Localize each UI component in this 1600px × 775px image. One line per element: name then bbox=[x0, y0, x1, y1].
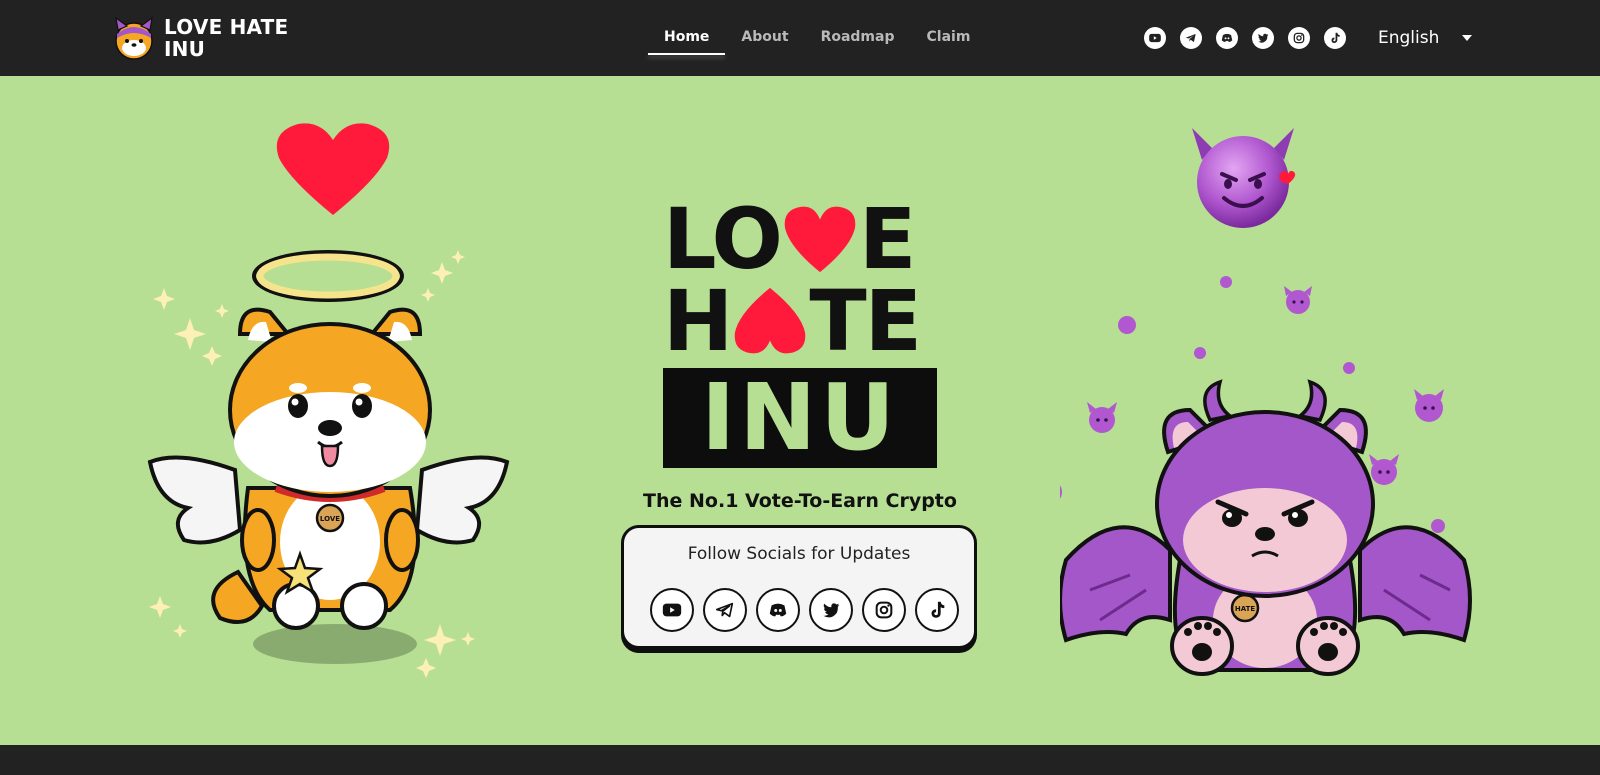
hero-social-links bbox=[650, 588, 959, 632]
youtube-icon bbox=[662, 603, 682, 617]
telegram-icon bbox=[715, 602, 734, 618]
twitter-icon bbox=[1258, 33, 1269, 43]
language-select[interactable]: English bbox=[1378, 24, 1478, 52]
follow-socials-title: Follow Socials for Updates bbox=[687, 544, 911, 564]
hero-tagline: The No.1 Vote-To-Earn Crypto bbox=[643, 490, 957, 512]
devil-emoji-icon bbox=[1192, 128, 1296, 228]
footer-strip bbox=[0, 745, 1600, 775]
telegram-icon bbox=[1185, 33, 1196, 43]
tiktok-icon bbox=[931, 601, 945, 618]
title-hate-start: H bbox=[663, 272, 733, 370]
header-discord-link[interactable] bbox=[1216, 27, 1238, 49]
youtube-icon bbox=[1149, 33, 1161, 43]
brand-link[interactable]: LOVE HATE INU bbox=[110, 14, 294, 62]
shiba-devil-logo-icon bbox=[115, 16, 153, 60]
header-tiktok-link[interactable] bbox=[1324, 27, 1346, 49]
title-love-start: LO bbox=[663, 190, 783, 288]
hero-tiktok-button[interactable] bbox=[915, 588, 959, 632]
hate-badge-text: HATE bbox=[1235, 605, 1256, 613]
nav-claim[interactable]: Claim bbox=[911, 27, 987, 55]
angel-shiba-illustration: LOVE bbox=[147, 123, 510, 678]
nav-home[interactable]: Home bbox=[648, 27, 726, 55]
header-instagram-link[interactable] bbox=[1288, 27, 1310, 49]
heart-v-icon bbox=[784, 206, 856, 273]
navbar: LOVE HATE INU Home About Roadmap Claim E… bbox=[0, 0, 1600, 76]
main-nav: Home About Roadmap Claim bbox=[648, 27, 986, 55]
title-hate-end: TE bbox=[809, 272, 922, 370]
love-badge-text: LOVE bbox=[320, 515, 340, 523]
hero-twitter-button[interactable] bbox=[809, 588, 853, 632]
hero-telegram-button[interactable] bbox=[703, 588, 747, 632]
follow-socials-card: Follow Socials for Updates bbox=[621, 525, 977, 649]
tiktok-icon bbox=[1331, 32, 1340, 43]
nav-about[interactable]: About bbox=[725, 27, 804, 55]
instagram-icon bbox=[1293, 32, 1305, 44]
hero-logo-title: LO E H TE INU bbox=[663, 190, 937, 468]
header-youtube-link[interactable] bbox=[1144, 27, 1166, 49]
instagram-icon bbox=[875, 601, 893, 619]
header-telegram-link[interactable] bbox=[1180, 27, 1202, 49]
language-selected: English bbox=[1378, 28, 1440, 48]
brand-name: LOVE HATE INU bbox=[164, 15, 289, 61]
discord-icon bbox=[769, 603, 787, 617]
title-inu-box: INU bbox=[663, 368, 937, 468]
header-social-links bbox=[1144, 27, 1346, 49]
twitter-icon bbox=[823, 603, 840, 618]
hero-instagram-button[interactable] bbox=[862, 588, 906, 632]
chevron-down-icon bbox=[1462, 35, 1472, 41]
title-inu: INU bbox=[701, 364, 899, 471]
title-love-end: E bbox=[858, 190, 916, 288]
heart-a-icon bbox=[735, 287, 806, 354]
title-line-hate: H TE bbox=[663, 272, 937, 370]
floating-heart-icon bbox=[276, 123, 390, 215]
devil-cat-illustration: HATE bbox=[1060, 128, 1472, 676]
discord-icon bbox=[1221, 33, 1233, 43]
nav-roadmap[interactable]: Roadmap bbox=[805, 27, 911, 55]
hero-youtube-button[interactable] bbox=[650, 588, 694, 632]
hero-discord-button[interactable] bbox=[756, 588, 800, 632]
title-line-love: LO E bbox=[663, 190, 937, 288]
header-twitter-link[interactable] bbox=[1252, 27, 1274, 49]
